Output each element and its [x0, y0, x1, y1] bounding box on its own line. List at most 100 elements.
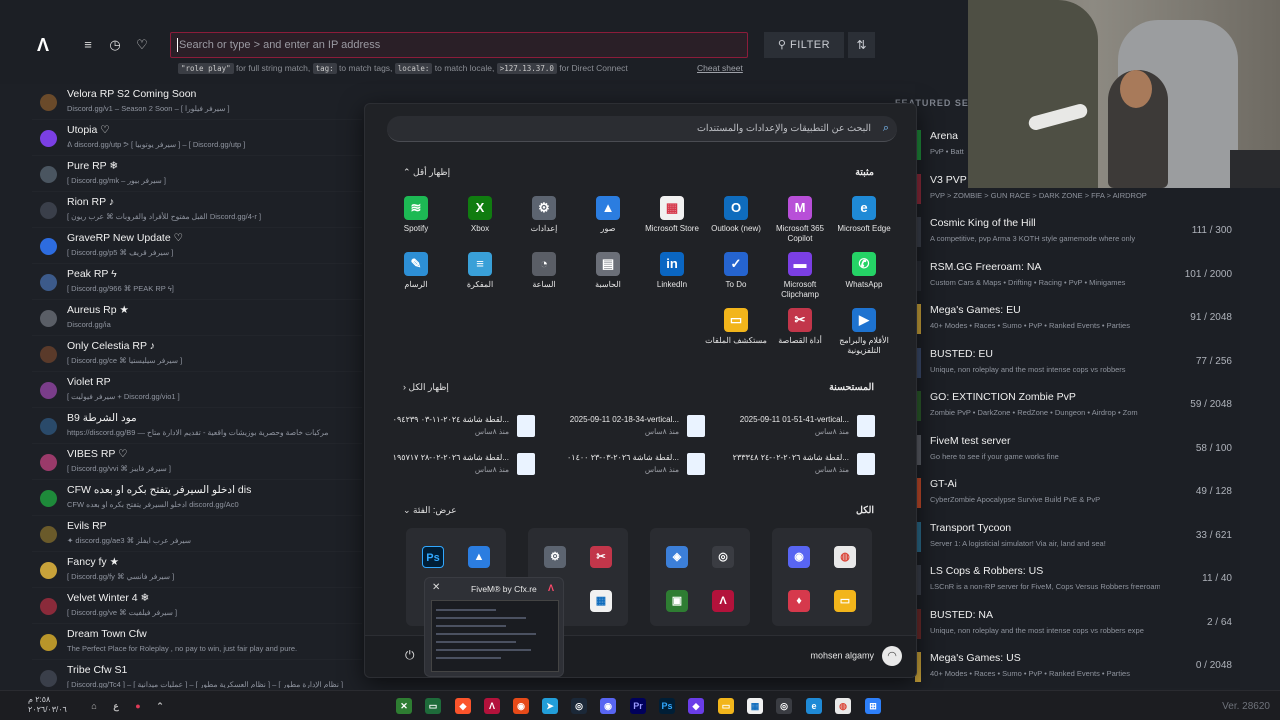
- pinned-app[interactable]: ≡ المفكرة: [448, 252, 512, 302]
- pinned-app[interactable]: ▦ Microsoft Store: [640, 196, 704, 246]
- pinned-app[interactable]: ▬ Microsoft Clipchamp: [768, 252, 832, 302]
- featured-server-row[interactable]: Transport Tycoon Server 1: A logisticial…: [915, 516, 1240, 559]
- server-row[interactable]: Dream Town Cfw The Perfect Place for Rol…: [32, 624, 362, 660]
- server-row[interactable]: Evils RP ✦ discord.gg/ae3 ⌘ سيرفر عرب اي…: [32, 516, 362, 552]
- recommended-file[interactable]: لقطة شاشة ٢٠٢٦-٠٢-٢٤ ٢٣٣٣٤٨... منذ ٨ساس: [715, 451, 875, 479]
- recommended-file[interactable]: 2025-09-11 02-18-34-vertical... منذ ٨ساس: [545, 413, 705, 441]
- featured-server-row[interactable]: BUSTED: EU Unique, non roleplay and the …: [915, 342, 1240, 385]
- premiere-icon[interactable]: Pr: [630, 698, 646, 714]
- show-all-button[interactable]: › إظهار الكل: [403, 382, 449, 393]
- pinned-app[interactable]: ≋ Spotify: [384, 196, 448, 246]
- featured-server-row[interactable]: GT-Ai CyberZombie Apocalypse Survive Bui…: [915, 472, 1240, 515]
- pinned-app[interactable]: ✂ أداة القصاصة: [768, 308, 832, 358]
- server-row[interactable]: Pure RP ❄ [ Discord.gg/mk – سيرفر بيور ]: [32, 156, 362, 192]
- server-row[interactable]: Utopia ♡ ᕕ discord.gg/utp ᕗ [ سيرفر يوتو…: [32, 120, 362, 156]
- pinned-app-label: WhatsApp: [845, 280, 883, 289]
- microphone-icon[interactable]: ●: [130, 698, 146, 714]
- server-row[interactable]: Rion RP ♪ [ القبل مفتوح للأفراد والقروبا…: [32, 192, 362, 228]
- pinned-app[interactable]: ▶ الأفلام والبرامج التلفزيونية: [832, 308, 896, 358]
- fivem-logo-icon[interactable]: Λ: [37, 35, 55, 55]
- photoshop-taskbar-icon[interactable]: Ps: [659, 698, 675, 714]
- server-name: Aureus Rp ★: [67, 304, 129, 316]
- recommended-file[interactable]: لقطة شاشة ٢٠٢٤-١١-٠٣ ٠٩٤٢٣٩... منذ ٨ساس: [375, 413, 535, 441]
- power-icon[interactable]: ⏻: [405, 648, 415, 663]
- server-description: The Perfect Place for Roleplay , no pay …: [67, 644, 298, 653]
- pinned-app[interactable]: ✓ To Do: [704, 252, 768, 302]
- server-row[interactable]: Aureus Rp ★ Discord.gg/ia: [32, 300, 362, 336]
- recommended-file[interactable]: لقطة شاشة ٢٠٢٦-٠٢-٢٨ ١٩٥٧١٧... منذ ٨ساس: [375, 451, 535, 479]
- featured-server-row[interactable]: Mega's Games: US 40+ Modes • Races • Sum…: [915, 646, 1240, 689]
- server-row[interactable]: CFW ادخلو السيرفر يتفتح بكره او بعده dis…: [32, 480, 362, 516]
- featured-server-row[interactable]: RSM.GG Freeroam: NA Custom Cars & Maps •…: [915, 255, 1240, 298]
- obs-taskbar-icon[interactable]: ◎: [776, 698, 792, 714]
- server-search-input[interactable]: Search or type > and enter an IP address: [170, 32, 748, 58]
- featured-server-row[interactable]: FiveM test server Go here to see if your…: [915, 429, 1240, 472]
- store-taskbar-icon[interactable]: ▦: [747, 698, 763, 714]
- category-tile-tools[interactable]: ◈ ◎ ▣ Λ: [650, 528, 750, 626]
- chevron-up-tray-icon[interactable]: ⌃: [152, 698, 168, 714]
- pinned-app[interactable]: ▤ الحاسبة: [576, 252, 640, 302]
- menu-icon[interactable]: ≡: [81, 38, 95, 52]
- taskbar-app-icon[interactable]: ✕: [396, 698, 412, 714]
- favorites-heart-icon[interactable]: ♡: [135, 38, 149, 52]
- server-row[interactable]: Peak RP ϟ [ Discord.gg/966 ⌘ PEAK RP ϟ]: [32, 264, 362, 300]
- view-category-button[interactable]: ⌄ عرض: الفئة: [403, 505, 457, 516]
- featured-server-row[interactable]: GO: EXTINCTION Zombie PvP Zombie PvP • D…: [915, 385, 1240, 428]
- pinned-app[interactable]: ◔ الساعة: [512, 252, 576, 302]
- pinned-app[interactable]: ✎ الرسام: [384, 252, 448, 302]
- pinned-app[interactable]: e Microsoft Edge: [832, 196, 896, 246]
- server-row[interactable]: VIBES RP ♡ [ Discord.gg/vvi ⌘ سيرفر فايب…: [32, 444, 362, 480]
- filter-button[interactable]: ⚲ FILTER: [764, 32, 844, 58]
- featured-server-row[interactable]: BUSTED: NA Unique, non roleplay and the …: [915, 603, 1240, 646]
- brave-icon[interactable]: ◆: [455, 698, 471, 714]
- recommended-file[interactable]: 2025-09-11 01-51-41-vertical... منذ ٨ساس: [715, 413, 875, 441]
- recommended-file[interactable]: لقطة شاشة ٢٠٢٦-٠٣-٢٣ ٠١٤٠٠... منذ ٨ساس: [545, 451, 705, 479]
- taskbar-app-icon[interactable]: ◉: [513, 698, 529, 714]
- pinned-app[interactable]: O Outlook (new): [704, 196, 768, 246]
- file-explorer-icon[interactable]: ▭: [718, 698, 734, 714]
- pinned-app[interactable]: M Microsoft 365 Copilot: [768, 196, 832, 246]
- taskbar-terminal-icon[interactable]: ▭: [425, 698, 441, 714]
- fivem-taskbar-icon[interactable]: Λ: [484, 698, 500, 714]
- featured-server-row[interactable]: LS Cops & Robbers: US LSCnR is a non-RP …: [915, 559, 1240, 602]
- chrome-taskbar-icon[interactable]: ◍: [835, 698, 851, 714]
- language-icon[interactable]: ع: [108, 698, 124, 714]
- pinned-app[interactable]: ▭ مستكشف الملفات: [704, 308, 768, 358]
- discord-taskbar-icon[interactable]: ◉: [600, 698, 616, 714]
- system-clock[interactable]: ٢:٥٨ م ٢٠٢٦/٠٣/٠٦: [28, 695, 67, 715]
- pinned-app[interactable]: X Xbox: [448, 196, 512, 246]
- server-row[interactable]: GraveRP New Update ♡ [ Discord.gg/p5 ⌘ س…: [32, 228, 362, 264]
- sort-button[interactable]: ⇅: [848, 32, 875, 58]
- pinned-app[interactable]: ▲ صور: [576, 196, 640, 246]
- server-row[interactable]: B9 مود الشرطة https://discord.gg/B9 — مر…: [32, 408, 362, 444]
- windows-start-icon[interactable]: ⊞: [865, 698, 881, 714]
- close-icon[interactable]: ✕: [432, 582, 440, 593]
- edge-taskbar-icon[interactable]: e: [806, 698, 822, 714]
- notification-icon[interactable]: ⌂: [86, 698, 102, 714]
- settings-icon: ⚙: [532, 196, 556, 220]
- history-icon[interactable]: ◷: [108, 38, 122, 52]
- pinned-app[interactable]: in LinkedIn: [640, 252, 704, 302]
- featured-server-row[interactable]: Mega's Games: EU 40+ Modes • Races • Sum…: [915, 298, 1240, 341]
- telegram-icon[interactable]: ➤: [542, 698, 558, 714]
- steam-icon[interactable]: ◎: [571, 698, 587, 714]
- pinned-app[interactable]: ⚙ إعدادات: [512, 196, 576, 246]
- show-less-button[interactable]: ⌃ إظهار أقل: [403, 167, 450, 178]
- category-tile-social[interactable]: ◉ ◍ ♦ ▭: [772, 528, 872, 626]
- cheat-sheet-link[interactable]: Cheat sheet: [697, 63, 743, 73]
- server-row[interactable]: Only Celestia RP ♪ [ Discord.gg/ce ⌘ سير…: [32, 336, 362, 372]
- server-row[interactable]: Tribe Cfw S1 [ Discord.gg/Tc4 ] – [ عملي…: [32, 660, 362, 688]
- server-row[interactable]: Velora RP S2 Coming Soon Discord.gg/v1 –…: [32, 84, 362, 120]
- pinned-app[interactable]: ✆ WhatsApp: [832, 252, 896, 302]
- user-account[interactable]: mohsen algamy ◠: [810, 646, 902, 666]
- featured-server-description: Custom Cars & Maps • Drifting • Racing •…: [930, 277, 1126, 287]
- featured-server-row[interactable]: Cosmic King of the Hill A competitive, p…: [915, 211, 1240, 254]
- featured-server-description: PVP > ZOMBIE > GUN RACE > DARK ZONE > FF…: [930, 190, 1147, 200]
- taskbar-window-preview[interactable]: ✕ FiveM® by Cfx.re Λ: [424, 577, 564, 677]
- taskbar-app-icon[interactable]: ◆: [688, 698, 704, 714]
- server-icon: [40, 526, 57, 543]
- start-search-input[interactable]: البحث عن التطبيقات والإعدادات والمستندات…: [387, 116, 897, 142]
- server-row[interactable]: Velvet Winter 4 ❄ [ Discord.gg/ve ⌘ سيرف…: [32, 588, 362, 624]
- server-row[interactable]: Fancy fy ★ [ Discord.gg/fy ⌘ سيرفر فانسي…: [32, 552, 362, 588]
- server-row[interactable]: Violet RP [ سيرفر فيوليت + Discord.gg/vi…: [32, 372, 362, 408]
